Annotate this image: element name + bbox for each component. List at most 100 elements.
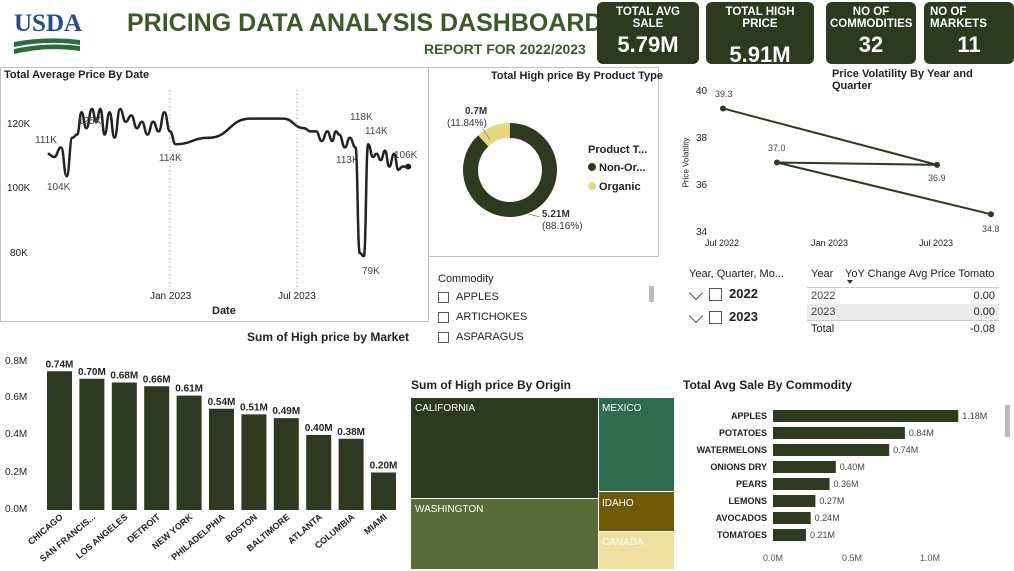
market-bar xyxy=(144,386,170,510)
slicer-scrollbar[interactable] xyxy=(649,286,654,302)
y-tick-label: 38 xyxy=(696,133,708,144)
y-tick-label: 0.0M xyxy=(5,504,28,515)
bar-value-label: 0.54M xyxy=(208,397,236,408)
commodity-bar-chart-svg: APPLES 1.18M POTATOES 0.84M WATERMELONS 0.74M… xyxy=(697,410,987,541)
category-label: TOMATOES xyxy=(717,530,767,540)
volatility-point xyxy=(773,159,780,166)
option-label: 2023 xyxy=(729,309,758,324)
year-slicer-title: Year, Quarter, Mo... xyxy=(689,268,784,280)
tile-label: CALIFORNIA xyxy=(415,403,476,414)
y-tick-label: 40 xyxy=(696,86,708,97)
bar-value-label: 0.24M xyxy=(815,513,840,523)
commodity-bar xyxy=(773,495,816,507)
bar-value-label: 0.66M xyxy=(143,374,171,385)
treemap-tile-california[interactable]: CALIFORNIA xyxy=(411,398,598,498)
year-option-2022[interactable]: 2022 xyxy=(688,285,758,302)
table-row[interactable]: 2023 0.00 xyxy=(807,304,999,320)
bar-value-label: 0.20M xyxy=(370,461,398,472)
cell-year: 2022 xyxy=(811,290,836,302)
bar-value-label: 0.68M xyxy=(110,371,138,382)
year-option-2023[interactable]: 2023 xyxy=(688,308,758,325)
bar-value-label: 0.61M xyxy=(175,384,203,395)
tile-label: MEXICO xyxy=(602,403,642,414)
y-tick-label: 36 xyxy=(696,180,708,191)
table-header: Year YoY Change Avg Price Tomato xyxy=(807,265,999,288)
commodity-scrollbar[interactable] xyxy=(1005,405,1010,437)
option-label: APPLES xyxy=(456,291,499,303)
bar-value-label: 0.84M xyxy=(909,428,934,438)
total-value: -0.08 xyxy=(969,323,995,335)
tile-label: WASHINGTON xyxy=(415,504,484,515)
bar-value-label: 0.51M xyxy=(240,402,268,413)
bar-value-label: 0.74M xyxy=(46,359,74,370)
checkbox-icon[interactable] xyxy=(438,331,449,343)
treemap-tile-idaho[interactable]: IDAHO xyxy=(599,492,674,531)
market-bar xyxy=(47,371,72,510)
market-bar xyxy=(209,408,234,510)
commodity-option-asparagus[interactable]: ASPARAGUS xyxy=(438,331,524,343)
market-bar xyxy=(273,418,299,510)
market-bar xyxy=(241,414,267,510)
bar-value-label: 0.27M xyxy=(819,496,844,506)
checkbox-icon[interactable] xyxy=(709,311,722,325)
option-label: 2022 xyxy=(729,286,758,301)
commodity-slicer-title: Commodity xyxy=(438,273,494,285)
category-label: APPLES xyxy=(731,411,767,421)
chevron-down-icon[interactable] xyxy=(688,308,704,323)
data-label: 34.8 xyxy=(982,224,1000,234)
market-bar-chart-svg: 0.74MCHICAGO0.70MSAN FRANCIS...0.68MLOS … xyxy=(26,359,398,564)
market-bar xyxy=(306,435,332,510)
option-label: ASPARAGUS xyxy=(456,331,524,343)
market-bar xyxy=(371,472,396,510)
bar-value-label: 0.49M xyxy=(272,406,300,417)
commodity-option-apples[interactable]: APPLES xyxy=(438,291,499,303)
bar-value-label: 0.36M xyxy=(834,479,859,489)
checkbox-icon[interactable] xyxy=(438,291,449,303)
x-tick-label: Jan 2023 xyxy=(811,238,849,248)
treemap-tile-mexico[interactable]: MEXICO xyxy=(599,398,674,491)
sort-caret-icon xyxy=(847,280,853,284)
bar-value-label: 0.38M xyxy=(337,427,365,438)
bar-value-label: 0.70M xyxy=(78,367,106,378)
x-tick-label: Jul 2023 xyxy=(278,291,316,302)
checkbox-icon[interactable] xyxy=(709,288,722,302)
column-header-yoy[interactable]: YoY Change Avg Price Tomato xyxy=(845,268,994,280)
treemap-tile-washington[interactable]: WASHINGTON xyxy=(411,499,598,569)
commodity-bar xyxy=(773,444,890,456)
category-label: WATERMELONS xyxy=(697,445,767,455)
category-label: LEMONS xyxy=(728,496,767,506)
chevron-down-icon[interactable] xyxy=(688,285,704,300)
cell-year: 2023 xyxy=(811,306,836,318)
y-tick-label: 0.4M xyxy=(5,429,28,440)
tile-label: IDAHO xyxy=(602,498,634,509)
column-header-year[interactable]: Year xyxy=(811,268,833,280)
category-label: POTATOES xyxy=(719,428,767,438)
data-label: 36.9 xyxy=(928,173,946,183)
volatility-line xyxy=(722,107,992,216)
commodity-option-artichokes[interactable]: ARTICHOKES xyxy=(438,311,527,323)
table-row[interactable]: 2022 0.00 xyxy=(807,288,999,304)
volatility-point xyxy=(934,161,940,168)
treemap-title: Sum of High price By Origin xyxy=(411,378,572,392)
volatility-point xyxy=(720,105,726,112)
commodity-bar xyxy=(773,478,830,490)
data-label: 39.3 xyxy=(715,89,733,99)
cell-value: 0.00 xyxy=(973,290,995,302)
market-bar xyxy=(338,438,364,510)
volatility-y-axis-title: Price Volatility xyxy=(681,137,691,188)
option-label: ARTICHOKES xyxy=(456,311,528,323)
commodity-bar xyxy=(773,529,806,541)
market-bar xyxy=(176,395,202,510)
bar-value-label: 0.74M xyxy=(893,445,918,455)
checkbox-icon[interactable] xyxy=(438,311,449,323)
bar-value-label: 0.40M xyxy=(840,462,865,472)
treemap-tile-canada[interactable]: CANADA xyxy=(599,532,674,569)
tile-label: CANADA xyxy=(602,537,644,548)
y-tick-label: 34 xyxy=(696,227,708,238)
commodity-chart-title: Total Avg Sale By Commodity xyxy=(683,378,852,392)
yoy-table[interactable]: Year YoY Change Avg Price Tomato 2022 0.… xyxy=(807,265,999,337)
table-total-row: Total -0.08 xyxy=(807,320,999,337)
volatility-point xyxy=(987,211,994,218)
bar-value-label: 1.18M xyxy=(962,411,987,421)
category-label: SAN FRANCIS... xyxy=(38,512,97,564)
